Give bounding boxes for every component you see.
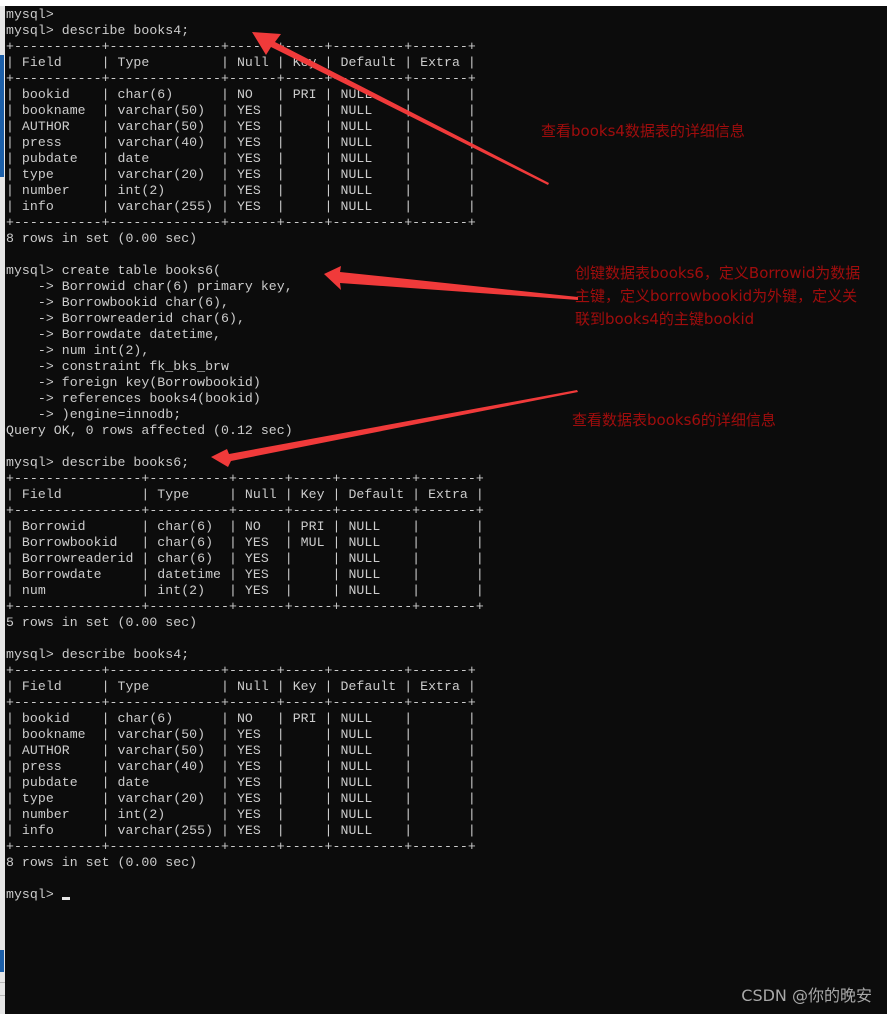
annotation-describe-books6: 查看数据表books6的详细信息: [572, 411, 776, 429]
terminal-line: | bookname | varchar(50) | YES | | NULL …: [6, 727, 476, 742]
terminal-output[interactable]: mysql> mysql> describe books4; +----------…: [6, 7, 887, 1014]
annotation-line: 创键数据表books6，定义Borrowid为数据: [575, 264, 861, 282]
terminal-line: | press | varchar(40) | YES | | NULL | |: [6, 759, 476, 774]
terminal-line: | AUTHOR | varchar(50) | YES | | NULL | …: [6, 119, 476, 134]
terminal-line: | Field | Type | Null | Key | Default | …: [6, 679, 476, 694]
terminal-line: -> constraint fk_bks_brw: [6, 359, 229, 374]
terminal-line: +----------------+----------+------+----…: [6, 503, 484, 518]
terminal-line: mysql> describe books4;: [6, 23, 190, 38]
terminal-line: +-----------+--------------+------+-----…: [6, 695, 476, 710]
terminal-line: | bookname | varchar(50) | YES | | NULL …: [6, 103, 476, 118]
terminal-line: +----------------+----------+------+----…: [6, 471, 484, 486]
text-cursor: [61, 897, 70, 900]
terminal-line: | type | varchar(20) | YES | | NULL | |: [6, 167, 476, 182]
terminal-line: mysql> describe books6;: [6, 455, 190, 470]
terminal-line: | pubdate | date | YES | | NULL | |: [6, 775, 476, 790]
terminal-line: | Borrowreaderid | char(6) | YES | | NUL…: [6, 551, 484, 566]
terminal-line: mysql> describe books4;: [6, 647, 190, 662]
terminal-line: | info | varchar(255) | YES | | NULL | |: [6, 823, 476, 838]
terminal-line: +-----------+--------------+------+-----…: [6, 663, 476, 678]
terminal-line: | type | varchar(20) | YES | | NULL | |: [6, 791, 476, 806]
terminal-line: +-----------+--------------+------+-----…: [6, 839, 476, 854]
terminal-line: 8 rows in set (0.00 sec): [6, 855, 198, 870]
terminal-line: mysql>: [6, 7, 54, 22]
csdn-watermark: CSDN @你的晚安: [741, 986, 872, 1005]
terminal-line: | press | varchar(40) | YES | | NULL | |: [6, 135, 476, 150]
terminal-line: 8 rows in set (0.00 sec): [6, 231, 198, 246]
terminal-line: | bookid | char(6) | NO | PRI | NULL | |: [6, 711, 476, 726]
background-window-divider: [0, 995, 5, 996]
terminal-line: | Field | Type | Null | Key | Default | …: [6, 55, 476, 70]
annotation-create-books6: 创键数据表books6，定义Borrowid为数据 主键，定义borrowboo…: [575, 262, 860, 331]
terminal-line: | Borrowid | char(6) | NO | PRI | NULL |…: [6, 519, 484, 534]
terminal-line: | number | int(2) | YES | | NULL | |: [6, 807, 476, 822]
terminal-line: -> references books4(bookid): [6, 391, 261, 406]
background-window-blue-region: [0, 950, 4, 972]
terminal-line: | num | int(2) | YES | | NULL | |: [6, 583, 484, 598]
terminal-line: 5 rows in set (0.00 sec): [6, 615, 198, 630]
terminal-line: | pubdate | date | YES | | NULL | |: [6, 151, 476, 166]
terminal-line: | info | varchar(255) | YES | | NULL | |: [6, 199, 476, 214]
background-window-blue-region: [0, 55, 4, 177]
terminal-prompt-line[interactable]: mysql>: [6, 887, 887, 903]
terminal-line: | bookid | char(6) | NO | PRI | NULL | |: [6, 87, 476, 102]
background-window-divider: [0, 982, 5, 983]
window-top-edge: [0, 0, 887, 6]
annotation-describe-books4: 查看books4数据表的详细信息: [541, 122, 745, 140]
terminal-line: +-----------+--------------+------+-----…: [6, 39, 476, 54]
terminal-line: -> foreign key(Borrowbookid): [6, 375, 261, 390]
annotation-line: 联到books4的主键bookid: [575, 310, 755, 328]
terminal-line: +-----------+--------------+------+-----…: [6, 71, 476, 86]
terminal-line: | Borrowdate | datetime | YES | | NULL |…: [6, 567, 484, 582]
terminal-line: | Borrowbookid | char(6) | YES | MUL | N…: [6, 535, 484, 550]
terminal-line: +-----------+--------------+------+-----…: [6, 215, 476, 230]
prompt-text: mysql>: [6, 887, 62, 902]
terminal-line: +----------------+----------+------+----…: [6, 599, 484, 614]
terminal-line: | AUTHOR | varchar(50) | YES | | NULL | …: [6, 743, 476, 758]
terminal-line: -> num int(2),: [6, 343, 150, 358]
terminal-line: | Field | Type | Null | Key | Default | …: [6, 487, 484, 502]
annotation-line: 主键，定义borrowbookid为外键，定义关: [575, 287, 858, 305]
terminal-line: | number | int(2) | YES | | NULL | |: [6, 183, 476, 198]
